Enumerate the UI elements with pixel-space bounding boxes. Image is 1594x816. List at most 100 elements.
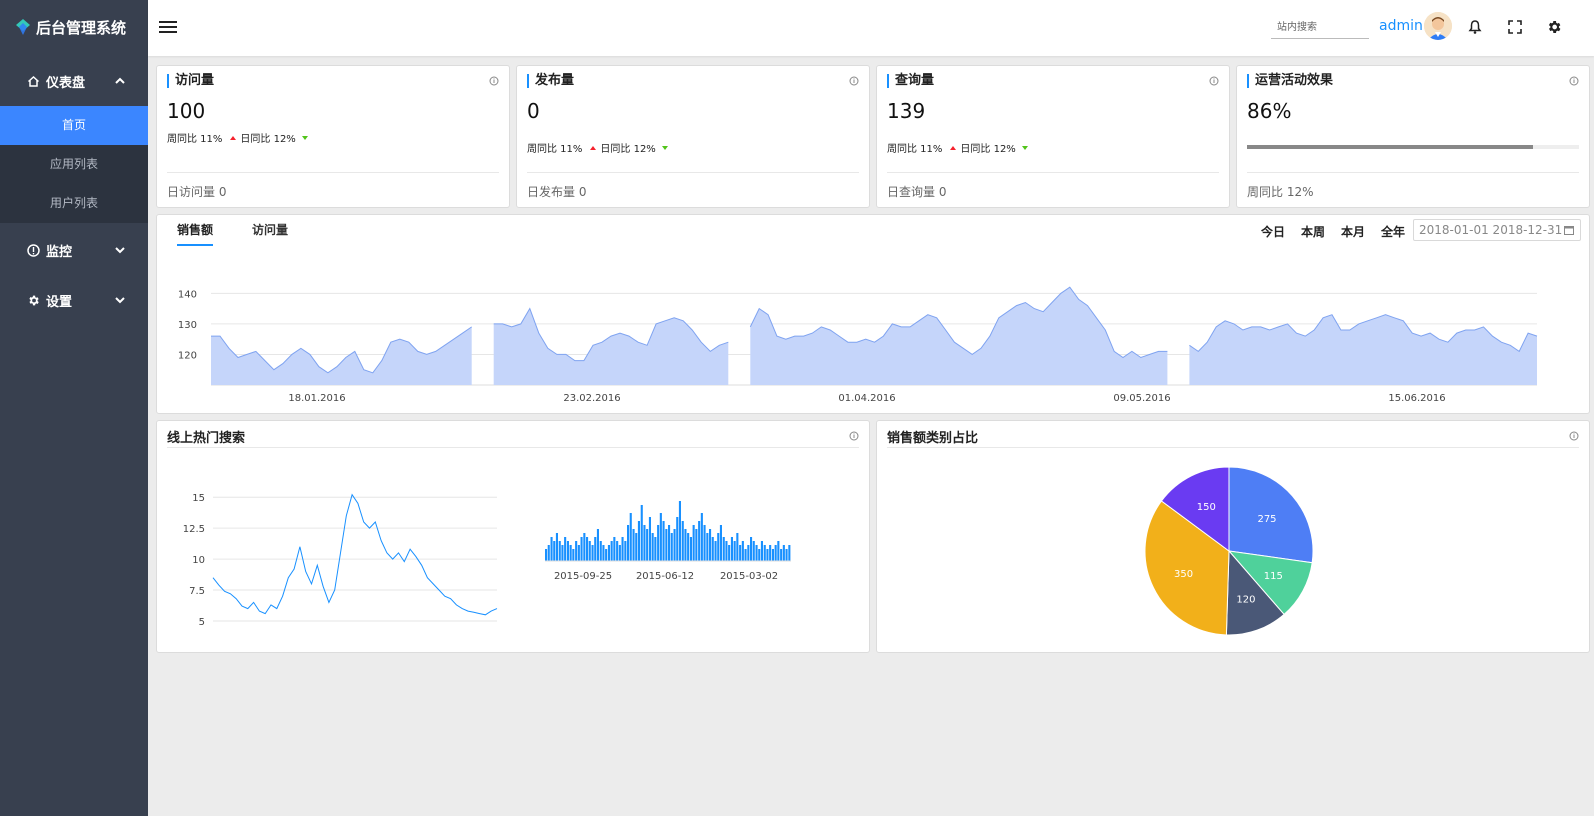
area-segment [750, 287, 1168, 385]
bar [643, 525, 646, 561]
chevron-down-icon [115, 297, 125, 304]
bar [711, 537, 714, 561]
trend-down-icon [661, 145, 668, 150]
bar [782, 545, 785, 561]
sidebar-group-monitor[interactable]: 监控 [0, 225, 148, 275]
bar [722, 537, 725, 561]
bar [547, 545, 550, 561]
gear-icon [26, 293, 40, 307]
bar [692, 525, 695, 561]
info-icon[interactable] [1569, 76, 1579, 86]
bar [561, 545, 564, 561]
bar [621, 537, 624, 561]
divider [167, 172, 499, 173]
bar [681, 521, 684, 561]
chevron-up-icon [115, 77, 125, 84]
bar [616, 541, 619, 561]
bar [654, 537, 657, 561]
stat-footer: 日访问量 0 [167, 185, 227, 199]
bar [588, 541, 591, 561]
app-title: 后台管理系统 [36, 18, 127, 37]
gear-icon[interactable] [1546, 19, 1562, 35]
stat-title: 运营活动效果 [1247, 74, 1333, 88]
bar [684, 529, 687, 561]
bar [618, 545, 621, 561]
divider [887, 172, 1219, 173]
bar [569, 545, 572, 561]
x-tick-label: 18.01.2016 [288, 393, 345, 404]
slice-label: 115 [1264, 571, 1283, 582]
bell-icon[interactable] [1467, 19, 1483, 35]
bar [678, 501, 681, 561]
bar [703, 525, 706, 561]
bar [555, 533, 558, 561]
sidebar-group-settings[interactable]: 设置 [0, 275, 148, 325]
bar [575, 541, 578, 561]
info-icon[interactable] [1569, 431, 1579, 441]
bar [673, 529, 676, 561]
area-segment [493, 308, 729, 385]
trend-up-icon [950, 145, 957, 150]
sidebar-item-user-list[interactable]: 用户列表 [0, 184, 148, 223]
stat-card-publish: 发布量 0 周同比 11% 日同比 12% 日发布量 0 [516, 65, 870, 208]
slice-label: 275 [1257, 514, 1276, 525]
bar [553, 541, 556, 561]
bar [594, 537, 597, 561]
stat-title: 访问量 [167, 74, 214, 88]
bar [736, 533, 739, 561]
bar [627, 525, 630, 561]
bar [752, 541, 755, 561]
bar [687, 533, 690, 561]
bar [676, 517, 679, 561]
bar [662, 521, 665, 561]
sidebar-group-dashboard[interactable]: 仪表盘 [0, 56, 148, 106]
bar [668, 525, 671, 561]
week-compare: 周同比 11% [527, 144, 583, 155]
bar [648, 517, 651, 561]
logo-icon [16, 19, 30, 35]
bar [607, 545, 610, 561]
sidebar-item-home[interactable]: 首页 [0, 106, 148, 145]
avatar[interactable] [1424, 12, 1452, 40]
info-icon[interactable] [849, 76, 859, 86]
stat-trend: 周同比 11% 日同比 12% [527, 140, 668, 155]
site-search-input[interactable] [1271, 17, 1369, 39]
bar [659, 513, 662, 561]
bar [635, 533, 638, 561]
user-name[interactable]: admin [1379, 18, 1423, 34]
bar [758, 549, 761, 561]
stat-trend: 周同比 11% 日同比 12% [887, 140, 1028, 155]
info-circle-icon [26, 243, 40, 257]
info-icon[interactable] [849, 431, 859, 441]
bar [788, 545, 791, 561]
y-tick-label: 15 [192, 493, 205, 504]
bar [750, 537, 753, 561]
slice-label: 120 [1236, 595, 1255, 606]
app-brand[interactable]: 后台管理系统 [0, 0, 148, 54]
bar [599, 541, 602, 561]
menu-icon[interactable] [158, 17, 178, 37]
bar [706, 533, 709, 561]
stat-value: 0 [527, 99, 540, 123]
bar [558, 541, 561, 561]
bar [725, 541, 728, 561]
bar [624, 541, 627, 561]
info-icon[interactable] [1209, 76, 1219, 86]
y-tick-label: 5 [199, 617, 205, 628]
trend-up-icon [590, 145, 597, 150]
bar [610, 541, 613, 561]
fullscreen-icon[interactable] [1507, 19, 1523, 35]
campaign-progress-bar [1247, 145, 1579, 149]
info-icon[interactable] [489, 76, 499, 86]
bar [550, 537, 553, 561]
divider [887, 447, 1579, 448]
bar [586, 537, 589, 561]
day-compare: 日同比 12% [240, 134, 296, 145]
stat-title: 查询量 [887, 74, 934, 88]
bar [629, 513, 632, 561]
stat-trend: 周同比 11% 日同比 12% [167, 130, 308, 145]
hot-search-bar-chart: 2015-09-25 2015-06-12 2015-03-02 [545, 501, 791, 582]
sidebar-item-app-list[interactable]: 应用列表 [0, 145, 148, 184]
bar [719, 525, 722, 561]
stat-footer: 周同比 12% [1247, 185, 1314, 199]
